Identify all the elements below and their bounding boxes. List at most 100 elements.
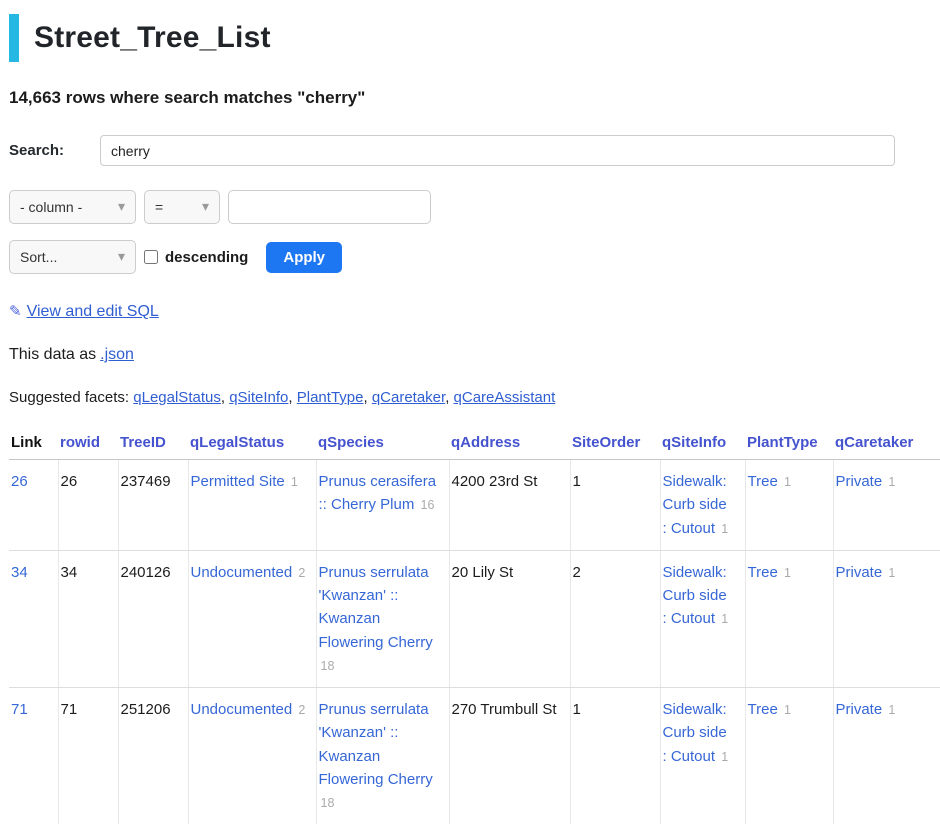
cell-rowid: 71 [58, 688, 118, 824]
cell-qsiteinfo: Sidewalk: Curb side : Cutout 1 [660, 688, 745, 824]
planttype-value-link[interactable]: Tree [748, 564, 778, 581]
cell-qcaretaker: Private 1 [833, 550, 940, 687]
facet-link-planttype[interactable]: PlantType [297, 389, 364, 406]
qsiteinfo-value-link[interactable]: Sidewalk: Curb side : Cutout [663, 701, 727, 765]
cell-siteorder: 1 [570, 688, 660, 824]
table-header-row: Link rowid TreeID qLegalStatus qSpecies … [9, 428, 940, 460]
cell-qlegalstatus: Permitted Site 1 [188, 460, 316, 551]
search-form: Search: [9, 135, 895, 166]
cell-siteorder: 1 [570, 460, 660, 551]
cell-qsiteinfo: Sidewalk: Curb side : Cutout 1 [660, 550, 745, 687]
cell-treeid: 240126 [118, 550, 188, 687]
table-row: 34 34 240126 Undocumented 2 Prunus serru… [9, 550, 940, 687]
search-input[interactable] [100, 135, 895, 166]
facet-count-badge: 2 [298, 566, 305, 580]
facet-count-badge: 1 [784, 703, 791, 717]
column-select-wrap: - column - [9, 190, 136, 224]
cell-qcaretaker: Private 1 [833, 688, 940, 824]
column-header-planttype: PlantType [745, 428, 833, 460]
facet-link-qcaretaker[interactable]: qCaretaker [372, 389, 445, 406]
operator-select-wrap: = [144, 190, 220, 224]
facet-count-badge: 1 [721, 522, 728, 536]
qspecies-value-link[interactable]: Prunus cerasifera :: Cherry Plum [319, 473, 437, 513]
cell-qspecies: Prunus serrulata 'Kwanzan' :: Kwanzan Fl… [316, 688, 449, 824]
sort-by-qsiteinfo-link[interactable]: qSiteInfo [662, 434, 726, 451]
facet-separator: , [363, 389, 371, 406]
descending-label: descending [165, 249, 248, 266]
cell-qlegalstatus: Undocumented 2 [188, 688, 316, 824]
facet-link-qlegalstatus[interactable]: qLegalStatus [133, 389, 221, 406]
cell-qspecies: Prunus serrulata 'Kwanzan' :: Kwanzan Fl… [316, 550, 449, 687]
sort-by-siteorder-link[interactable]: SiteOrder [572, 434, 640, 451]
view-edit-sql-link[interactable]: View and edit SQL [27, 303, 159, 320]
cell-link: 26 [9, 460, 58, 551]
facet-count-badge: 1 [784, 475, 791, 489]
column-header-qspecies: qSpecies [316, 428, 449, 460]
facet-count-badge: 2 [298, 703, 305, 717]
qsiteinfo-value-link[interactable]: Sidewalk: Curb side : Cutout [663, 564, 727, 628]
column-header-qsiteinfo: qSiteInfo [660, 428, 745, 460]
facets-prefix: Suggested facets: [9, 389, 129, 406]
data-export-line: This data as.json [9, 346, 940, 364]
json-export-link[interactable]: .json [100, 346, 134, 363]
apply-button[interactable]: Apply [266, 242, 342, 273]
cell-qaddress: 20 Lily St [449, 550, 570, 687]
qcaretaker-value-link[interactable]: Private [836, 473, 883, 490]
column-select[interactable]: - column - [9, 190, 136, 224]
qspecies-value-link[interactable]: Prunus serrulata 'Kwanzan' :: Kwanzan Fl… [319, 701, 433, 788]
facet-separator: , [221, 389, 229, 406]
facet-count-badge: 1 [721, 750, 728, 764]
planttype-value-link[interactable]: Tree [748, 473, 778, 490]
sort-select[interactable]: Sort... [9, 240, 136, 274]
qcaretaker-value-link[interactable]: Private [836, 564, 883, 581]
sort-by-qlegalstatus-link[interactable]: qLegalStatus [190, 434, 284, 451]
cell-treeid: 237469 [118, 460, 188, 551]
row-detail-link[interactable]: 71 [11, 701, 28, 718]
qlegalstatus-value-link[interactable]: Permitted Site [191, 473, 285, 490]
qcaretaker-value-link[interactable]: Private [836, 701, 883, 718]
facet-count-badge: 18 [321, 659, 335, 673]
sort-by-qspecies-link[interactable]: qSpecies [318, 434, 384, 451]
cell-siteorder: 2 [570, 550, 660, 687]
cell-link: 34 [9, 550, 58, 687]
operator-select[interactable]: = [144, 190, 220, 224]
facet-count-badge: 18 [321, 796, 335, 810]
planttype-value-link[interactable]: Tree [748, 701, 778, 718]
sort-by-qaddress-link[interactable]: qAddress [451, 434, 520, 451]
sort-select-wrap: Sort... [9, 240, 136, 274]
facet-count-badge: 1 [888, 566, 895, 580]
cell-qlegalstatus: Undocumented 2 [188, 550, 316, 687]
facet-separator: , [445, 389, 453, 406]
facet-count-badge: 16 [421, 498, 435, 512]
sort-by-qcaretaker-link[interactable]: qCaretaker [835, 434, 913, 451]
qlegalstatus-value-link[interactable]: Undocumented [191, 701, 293, 718]
facet-count-badge: 1 [888, 703, 895, 717]
facet-link-qsiteinfo[interactable]: qSiteInfo [229, 389, 288, 406]
cell-rowid: 34 [58, 550, 118, 687]
qspecies-value-link[interactable]: Prunus serrulata 'Kwanzan' :: Kwanzan Fl… [319, 564, 433, 651]
cell-qsiteinfo: Sidewalk: Curb side : Cutout 1 [660, 460, 745, 551]
qlegalstatus-value-link[interactable]: Undocumented [191, 564, 293, 581]
sort-by-planttype-link[interactable]: PlantType [747, 434, 818, 451]
cell-rowid: 26 [58, 460, 118, 551]
cell-planttype: Tree 1 [745, 550, 833, 687]
sort-by-rowid-link[interactable]: rowid [60, 434, 100, 451]
facet-count-badge: 1 [291, 475, 298, 489]
row-detail-link[interactable]: 26 [11, 473, 28, 490]
filter-value-input[interactable] [228, 190, 431, 224]
cell-planttype: Tree 1 [745, 460, 833, 551]
search-label: Search: [9, 142, 100, 159]
cell-qspecies: Prunus cerasifera :: Cherry Plum 16 [316, 460, 449, 551]
facet-count-badge: 1 [721, 612, 728, 626]
row-detail-link[interactable]: 34 [11, 564, 28, 581]
qsiteinfo-value-link[interactable]: Sidewalk: Curb side : Cutout [663, 473, 727, 537]
cell-qaddress: 4200 23rd St [449, 460, 570, 551]
cell-qaddress: 270 Trumbull St [449, 688, 570, 824]
sort-by-treeid-link[interactable]: TreeID [120, 434, 166, 451]
facet-link-qcareassistant[interactable]: qCareAssistant [454, 389, 556, 406]
column-header-treeid: TreeID [118, 428, 188, 460]
column-header-qaddress: qAddress [449, 428, 570, 460]
suggested-facets-line: Suggested facets: qLegalStatus, qSiteInf… [9, 389, 940, 406]
sort-row: Sort... descending Apply [9, 240, 940, 274]
descending-checkbox[interactable] [144, 250, 158, 264]
